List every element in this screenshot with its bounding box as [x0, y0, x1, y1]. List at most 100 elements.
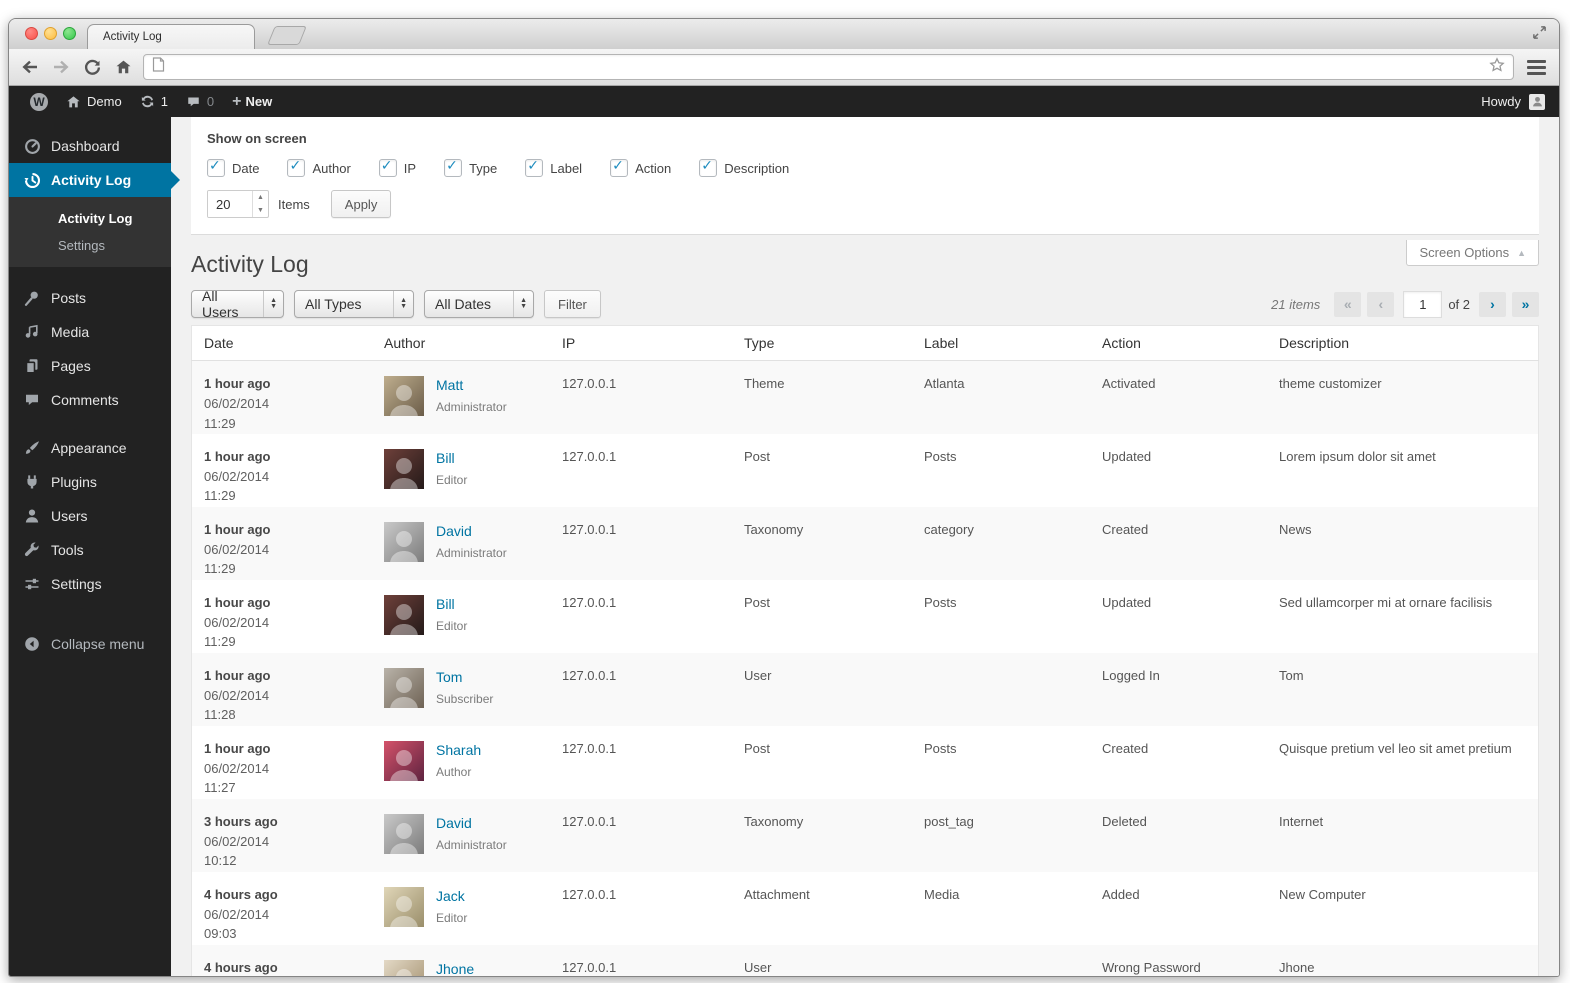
author-link[interactable]: Bill	[436, 450, 467, 466]
author-link[interactable]: Matt	[436, 377, 507, 393]
date-cell: 1 hour ago 06/02/2014 11:28	[192, 653, 373, 726]
window-zoom-button[interactable]	[63, 27, 76, 40]
sidebar-item-posts[interactable]: Posts	[9, 281, 171, 315]
new-tab-button[interactable]	[267, 26, 307, 45]
home-button[interactable]	[112, 56, 134, 78]
howdy-label[interactable]: Howdy	[1481, 94, 1521, 109]
column-checkbox-type[interactable]: Type	[444, 157, 497, 177]
author-link[interactable]: David	[436, 523, 507, 539]
browser-menu-icon[interactable]	[1523, 56, 1549, 78]
column-checkbox-label[interactable]: Label	[525, 157, 582, 177]
submenu-item-activity-log[interactable]: Activity Log	[9, 205, 171, 232]
bookmark-star-icon[interactable]	[1489, 56, 1505, 78]
sidebar-item-tools[interactable]: Tools	[9, 533, 171, 567]
column-checkbox-action[interactable]: Action	[610, 157, 671, 177]
fullscreen-icon[interactable]	[1532, 25, 1547, 45]
checkbox-checked-icon[interactable]	[444, 157, 463, 177]
ip-cell: 127.0.0.1	[562, 959, 617, 975]
window-close-button[interactable]	[25, 27, 38, 40]
checkbox-checked-icon[interactable]	[378, 157, 397, 177]
author-link[interactable]: Jhone	[436, 961, 474, 977]
reload-button[interactable]	[81, 56, 103, 78]
column-header-ip: IP	[550, 325, 732, 361]
checkbox-checked-icon[interactable]	[699, 157, 718, 177]
avatar	[384, 448, 424, 489]
relative-time: 1 hour ago	[204, 740, 271, 756]
forward-button[interactable]	[50, 56, 72, 78]
columns-checkbox-row: Date Author IP Type Label Action Description	[207, 157, 1523, 177]
sidebar-item-comments[interactable]: Comments	[9, 383, 171, 417]
checkbox-checked-icon[interactable]	[287, 157, 306, 177]
column-checkbox-description[interactable]: Description	[699, 157, 789, 177]
author-link[interactable]: Tom	[436, 669, 493, 685]
prev-page-button[interactable]: ‹	[1367, 291, 1395, 317]
author-cell: Sharah Author	[372, 726, 550, 799]
date-cell: 1 hour ago 06/02/2014 11:29	[192, 580, 373, 653]
checkbox-checked-icon[interactable]	[610, 157, 629, 177]
type-cell: Taxonomy	[744, 813, 804, 829]
comments-menu-item[interactable]: 0	[177, 86, 223, 117]
apply-button[interactable]: Apply	[330, 190, 392, 218]
screen-options-tab[interactable]: Screen Options ▲	[1406, 240, 1539, 266]
sidebar-item-plugins[interactable]: Plugins	[9, 465, 171, 499]
date-cell: 4 hours ago	[192, 945, 373, 977]
filter-button[interactable]: Filter	[544, 290, 601, 318]
table-row: 1 hour ago 06/02/2014 11:29 Matt Administrat…	[191, 360, 1539, 434]
sidebar-item-appearance[interactable]: Appearance	[9, 431, 171, 465]
of-pages-label: of 2	[1448, 296, 1470, 312]
browser-toolbar	[9, 49, 1559, 86]
author-link[interactable]: Bill	[436, 596, 467, 612]
author-link[interactable]: Jack	[436, 888, 467, 904]
next-page-button[interactable]: ›	[1479, 291, 1506, 317]
dates-filter-select[interactable]: All Dates ▲ ▼	[424, 290, 534, 318]
ip-cell: 127.0.0.1	[562, 813, 617, 829]
user-avatar[interactable]	[1529, 93, 1545, 110]
time-value: 11:29	[204, 634, 236, 649]
submenu-item-settings[interactable]: Settings	[9, 232, 171, 259]
first-page-button[interactable]: «	[1334, 291, 1362, 317]
type-cell: User	[744, 667, 772, 683]
url-bar[interactable]	[143, 54, 1514, 80]
checkbox-checked-icon[interactable]	[207, 157, 225, 177]
new-menu-item[interactable]: + New	[223, 86, 281, 117]
date-cell: 1 hour ago 06/02/2014 11:29	[192, 507, 373, 580]
sidebar-item-users[interactable]: Users	[9, 499, 171, 533]
spinner-down-icon[interactable]: ▼	[253, 204, 268, 217]
items-number-input[interactable]: ▲▼	[207, 190, 269, 218]
sidebar-item-dashboard[interactable]: Dashboard	[9, 129, 171, 163]
table-row: 1 hour ago 06/02/2014 11:28 Tom Subscriber 12…	[191, 652, 1539, 726]
author-link[interactable]: Sharah	[436, 742, 481, 758]
items-count-field[interactable]	[208, 191, 252, 217]
column-checkbox-author[interactable]: Author	[287, 157, 351, 177]
type-cell: Taxonomy	[744, 521, 804, 537]
users-filter-select[interactable]: All Users ▲ ▼	[191, 288, 284, 320]
column-checkbox-date[interactable]: Date	[207, 157, 259, 177]
author-link[interactable]: David	[436, 815, 507, 831]
author-cell: David Administrator	[372, 507, 550, 580]
relative-time: 4 hours ago	[204, 959, 278, 975]
number-spinner[interactable]: ▲ ▼	[252, 191, 268, 217]
wp-logo-icon[interactable]: W	[21, 86, 57, 117]
last-page-button[interactable]: »	[1512, 291, 1539, 317]
sidebar-item-media[interactable]: Media	[9, 315, 171, 349]
comment-count: 0	[206, 94, 215, 109]
sidebar-item-pages[interactable]: Pages	[9, 349, 171, 383]
spinner-up-icon[interactable]: ▲	[253, 191, 268, 204]
sidebar-item-settings[interactable]: Settings	[9, 567, 171, 601]
checkbox-checked-icon[interactable]	[525, 157, 544, 177]
table-row: 4 hours ago Jhone 127.0.0.1 User Wrong Passw…	[191, 944, 1539, 977]
browser-tab[interactable]: Activity Log	[87, 24, 255, 49]
site-menu-item[interactable]: Demo	[57, 86, 131, 117]
window-minimize-button[interactable]	[44, 27, 57, 40]
avatar	[384, 959, 424, 976]
types-filter-select[interactable]: All Types ▲ ▼	[294, 290, 414, 318]
column-checkbox-ip[interactable]: IP	[378, 157, 416, 177]
current-page-input[interactable]	[1403, 290, 1443, 318]
sidebar-item-activity-log[interactable]: Activity Log	[9, 163, 171, 197]
back-button[interactable]	[19, 56, 41, 78]
sidebar-item-label: Plugins	[51, 474, 97, 490]
url-input[interactable]	[171, 58, 1483, 76]
updates-menu-item[interactable]: 1	[131, 86, 177, 117]
sidebar-item-collapse[interactable]: Collapse menu	[9, 627, 171, 661]
type-cell: User	[744, 959, 772, 975]
